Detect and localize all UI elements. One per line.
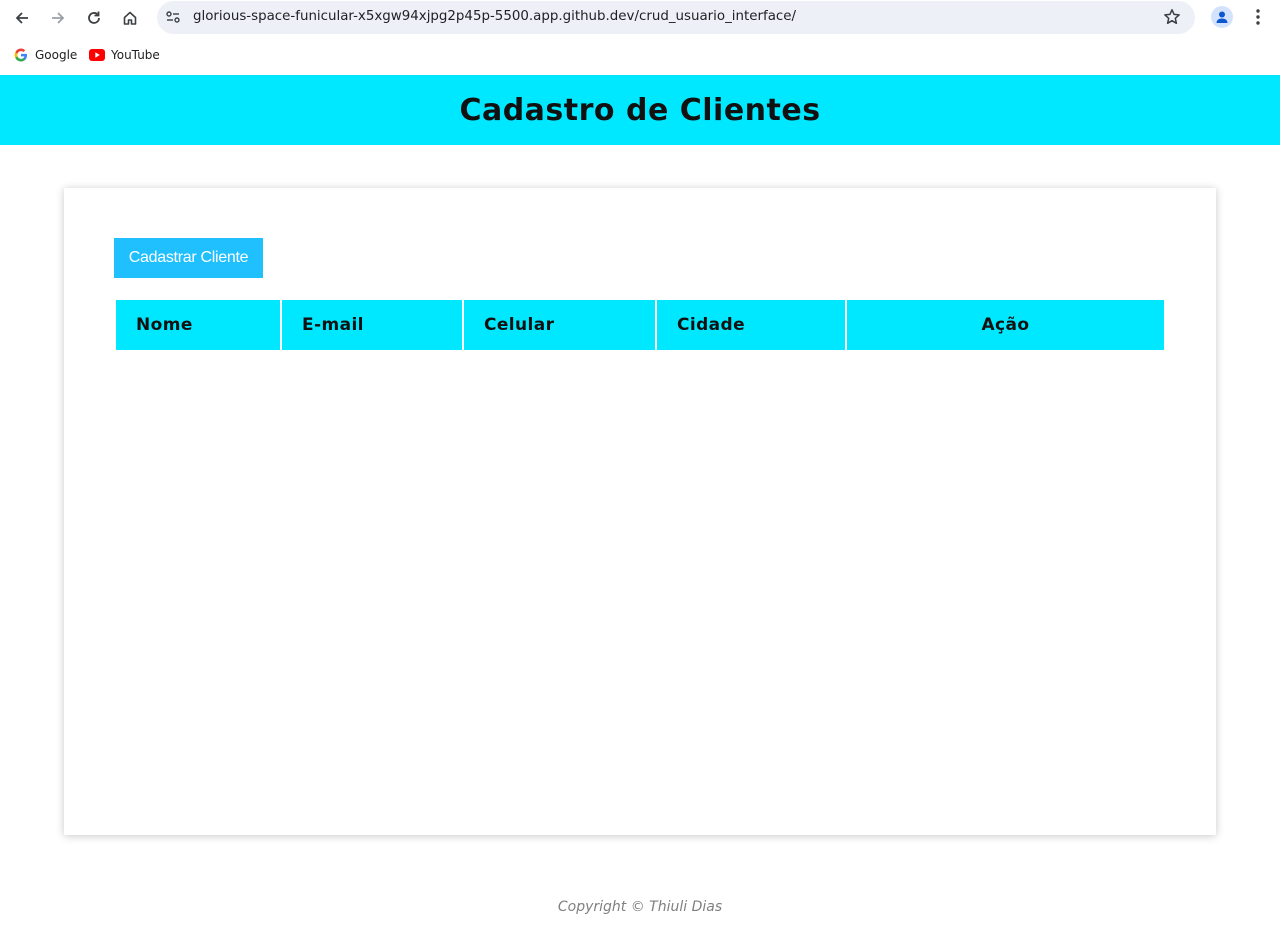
back-arrow-icon [15,12,28,24]
column-header-email: E-mail [282,300,464,350]
google-icon [13,47,29,63]
column-header-cidade: Cidade [657,300,847,350]
more-options-icon[interactable] [1249,7,1267,27]
back-button[interactable] [9,5,35,31]
bookmark-star-icon[interactable] [1163,8,1181,26]
copyright-text: Copyright © Thiuli Dias [557,899,723,915]
reload-button[interactable] [81,5,107,31]
clients-table: Nome E-mail Celular Cidade Ação [116,300,1164,350]
page-header: Cadastro de Clientes [0,75,1280,145]
reload-icon [88,11,100,24]
column-header-acao: Ação [847,300,1164,350]
bookmark-label: YouTube [111,48,160,62]
add-client-button[interactable]: Cadastrar Cliente [114,238,263,278]
footer: Copyright © Thiuli Dias [0,899,1280,915]
bookmark-youtube[interactable]: YouTube [89,46,160,64]
address-bar[interactable]: glorious-space-funicular-x5xgw94xjpg2p45… [157,1,1195,34]
url-text[interactable]: glorious-space-funicular-x5xgw94xjpg2p45… [193,9,796,24]
bookmark-google[interactable]: Google [13,46,77,64]
bookmarks-bar: Google YouTube [0,36,1280,74]
home-icon [123,11,137,25]
forward-arrow-icon [52,12,65,24]
main-card: Cadastrar Cliente Nome E-mail Celular Ci… [64,188,1216,835]
table-header: Nome E-mail Celular Cidade Ação [116,300,1164,350]
bookmark-label: Google [35,48,78,62]
table-header-row: Nome E-mail Celular Cidade Ação [116,300,1164,350]
browser-toolbar: glorious-space-funicular-x5xgw94xjpg2p45… [0,0,1280,36]
profile-avatar[interactable] [1211,6,1233,28]
column-header-celular: Celular [464,300,657,350]
page-title: Cadastro de Clientes [459,92,821,128]
forward-button[interactable] [45,5,71,31]
home-button[interactable] [117,5,143,31]
column-header-nome: Nome [116,300,282,350]
person-icon [1216,11,1228,23]
youtube-icon [89,47,105,63]
site-settings-icon[interactable] [165,9,181,25]
